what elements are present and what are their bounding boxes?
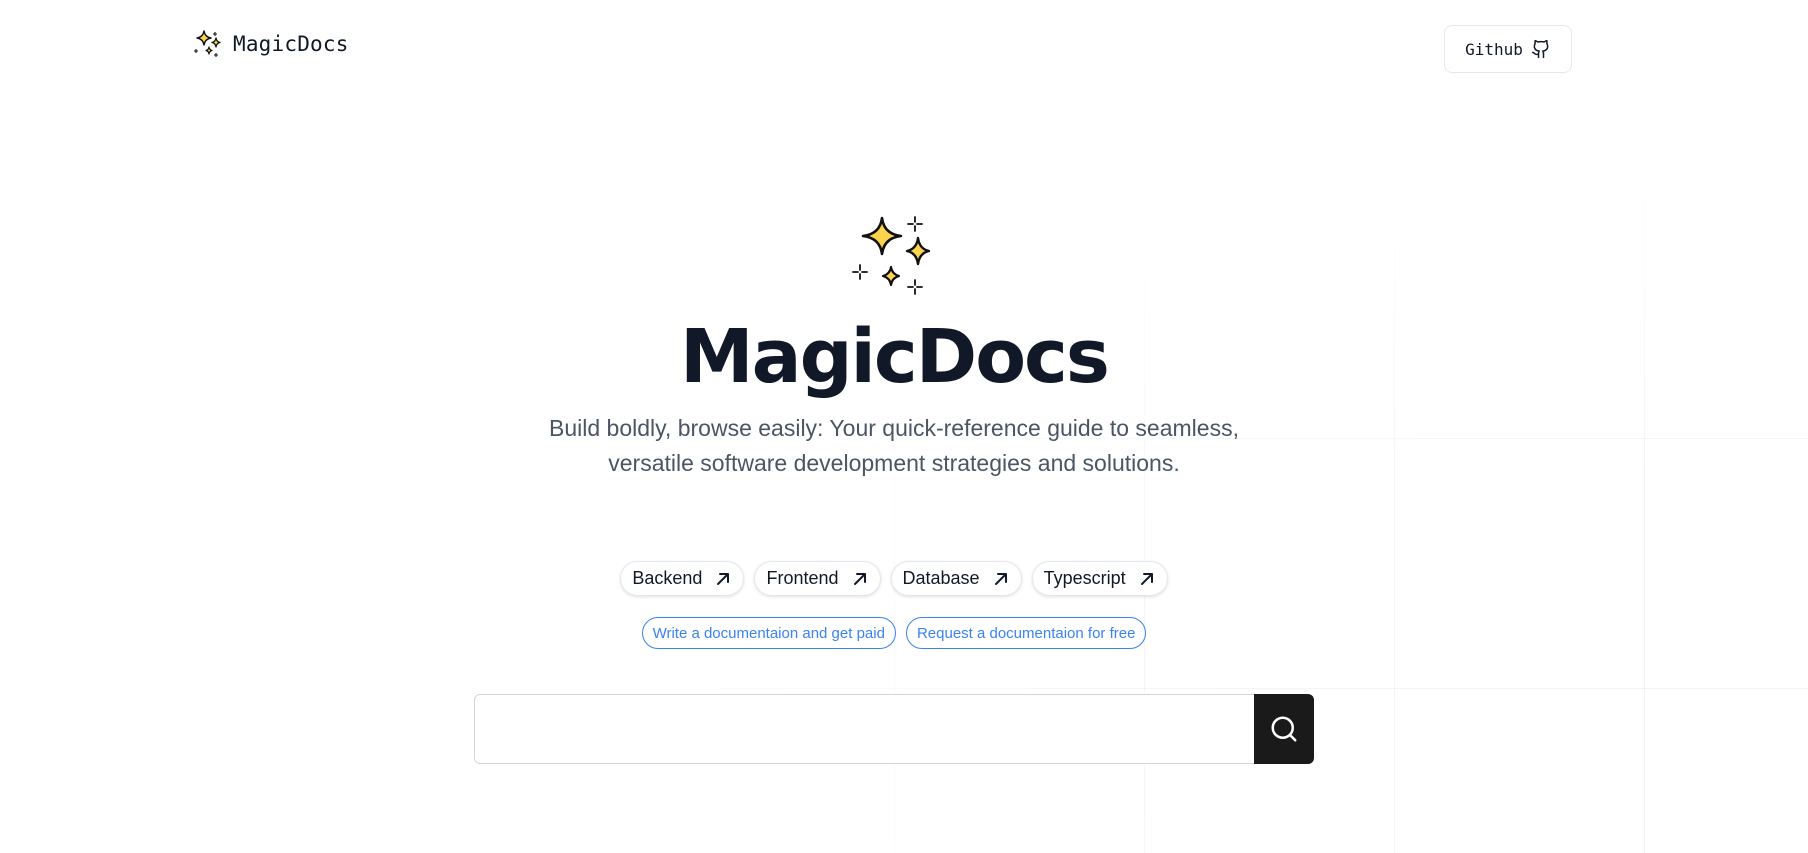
search-button[interactable] [1254,694,1314,764]
hero-sparkles-icon [852,216,931,295]
category-database-link[interactable]: Database [890,561,1022,596]
sparkles-icon [194,30,221,57]
hero-subtitle-line-2: versatile software development strategie… [608,450,1180,476]
arrow-up-right-icon [853,572,866,585]
brand-logo-link[interactable]: MagicDocs [193,28,349,60]
category-links: Backend Frontend Database Typescript [0,561,1788,596]
write-documentation-link[interactable]: Write a documentaion and get paid [641,617,896,649]
category-frontend-link[interactable]: Frontend [754,561,881,596]
search-form [474,694,1314,764]
category-label: Database [902,568,980,588]
brand-name: MagicDocs [233,32,349,56]
contribution-links: Write a documentaion and get paid Reques… [0,617,1788,649]
arrow-up-right-icon [994,572,1007,585]
github-button[interactable]: Github [1444,25,1572,73]
hero-subtitle: Build boldly, browse easily: Your quick-… [0,411,1788,481]
category-typescript-link[interactable]: Typescript [1031,561,1168,596]
arrow-up-right-icon [717,572,730,585]
category-label: Typescript [1043,568,1126,588]
github-icon [1531,39,1549,59]
request-documentation-link[interactable]: Request a documentaion for free [905,617,1147,649]
github-label: Github [1465,39,1523,59]
arrow-up-right-icon [1140,572,1153,585]
category-backend-link[interactable]: Backend [620,561,745,596]
search-icon [1271,716,1297,742]
category-label: Backend [632,568,703,588]
search-input[interactable] [474,694,1254,764]
hero-subtitle-line-1: Build boldly, browse easily: Your quick-… [549,415,1239,441]
top-navigation: MagicDocs Github [0,0,1808,95]
category-label: Frontend [766,568,839,588]
hero-title: MagicDocs [680,314,1110,400]
